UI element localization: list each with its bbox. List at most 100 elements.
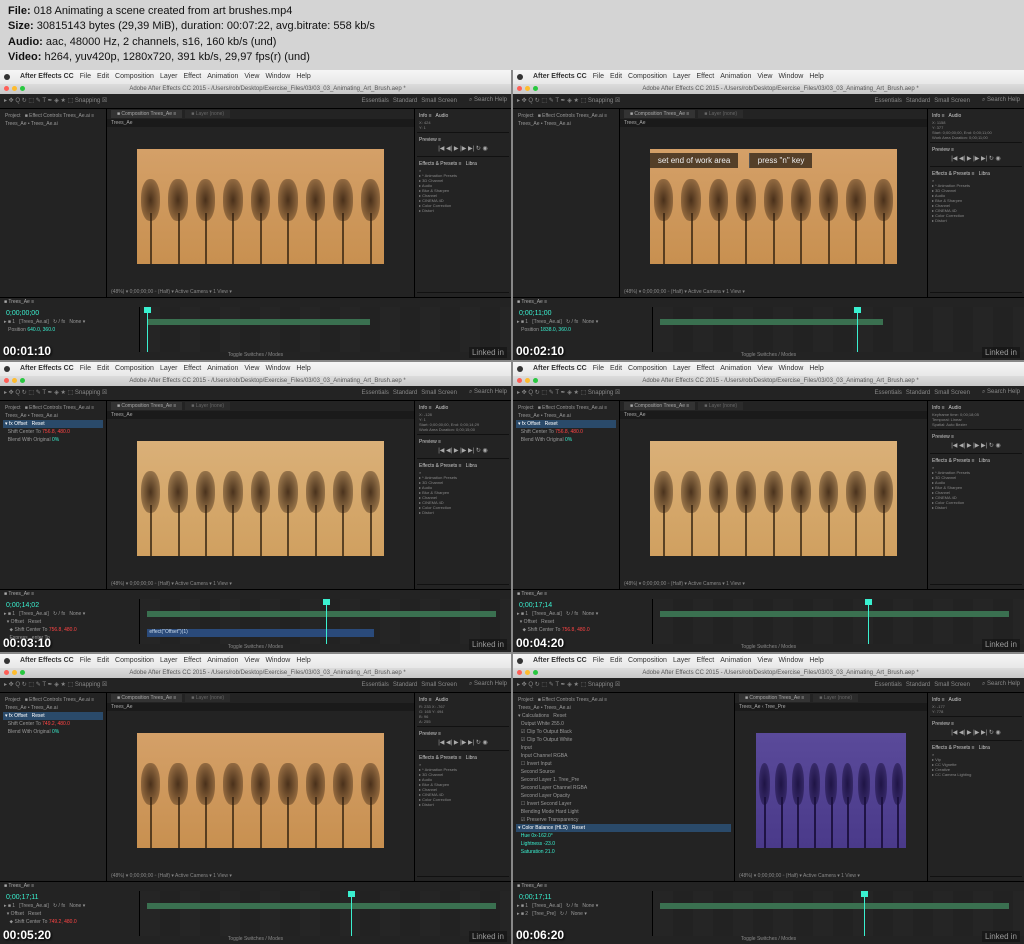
timecode[interactable]: 0;00;17;14 (515, 601, 650, 610)
workspace-tab[interactable]: Standard (906, 98, 930, 104)
search-help[interactable]: ⌕ Search Help (982, 389, 1020, 396)
menu-item[interactable]: Animation (720, 657, 751, 664)
menu-item[interactable]: Composition (628, 657, 667, 664)
menu-item[interactable]: Edit (97, 657, 109, 664)
menu-item[interactable]: File (593, 73, 604, 80)
timeline-track[interactable] (140, 891, 511, 936)
menu-item[interactable]: Layer (673, 365, 691, 372)
viewer-footer[interactable]: (48%) ▾ 0;00;00;00 ▫ (Half) ▾ Active Cam… (107, 579, 414, 589)
preview-panel-title[interactable]: Preview ≡ (932, 147, 1020, 153)
timeline-tab[interactable]: ■ Trees_Ae ≡ (513, 298, 1024, 307)
menu-item[interactable]: Layer (160, 73, 178, 80)
calc-row[interactable]: Second Source (516, 768, 731, 776)
menu-item[interactable]: Animation (207, 365, 238, 372)
shift-center[interactable]: Shift Center To 756.8, 480.0 (516, 428, 616, 436)
minimize-icon[interactable] (525, 670, 530, 675)
minimize-icon[interactable] (525, 378, 530, 383)
maximize-icon[interactable] (533, 670, 538, 675)
effects-presets-title[interactable]: Effects & Presets ≡ Libra (932, 458, 1020, 464)
preset-folder[interactable]: ▸ Distort (419, 208, 507, 213)
timeline-tab[interactable]: ■ Trees_Ae ≡ (513, 882, 1024, 891)
timecode[interactable]: 0;00;17;11 (515, 893, 650, 902)
menu-item[interactable]: Animation (720, 73, 751, 80)
offset-effect[interactable]: ▾ fx Offset Reset (3, 420, 103, 428)
timeline-track[interactable] (140, 307, 511, 352)
menu-item[interactable]: Composition (115, 365, 154, 372)
calc-row[interactable]: ☑ Clip To Output White (516, 736, 731, 744)
panel-tab[interactable]: Project ■ Effect Controls Trees_Ae.ai ≡ (3, 112, 103, 120)
timeline-track[interactable]: effect("Offset")(1) (140, 599, 511, 644)
ae-toolbar[interactable]: ▸ ✥ Q ↻ ⬚ ✎ T ✒ ◈ ★ ⬚ Snapping ☒Essentia… (513, 678, 1024, 693)
info-panel-title[interactable]: Info ≡ Audio (932, 113, 1020, 119)
playhead[interactable] (864, 891, 865, 936)
maximize-icon[interactable] (20, 378, 25, 383)
minimize-icon[interactable] (525, 86, 530, 91)
preset-folder[interactable]: ▸ Distort (419, 802, 507, 807)
menu-item[interactable]: File (80, 365, 91, 372)
blend-original[interactable]: Blend With Original 0% (516, 436, 616, 444)
panel-tab[interactable]: Project ■ Effect Controls Trees_Ae.ai ≡ (3, 696, 103, 704)
preview-panel-title[interactable]: Preview ≡ (932, 721, 1020, 727)
menu-item[interactable]: Window (778, 365, 803, 372)
maximize-icon[interactable] (533, 378, 538, 383)
ae-toolbar[interactable]: ▸ ✥ Q ↻ ⬚ ✎ T ✒ ◈ ★ ⬚ Snapping ☒Essentia… (513, 94, 1024, 109)
menu-item[interactable]: Animation (207, 657, 238, 664)
menu-item[interactable]: Effect (183, 365, 201, 372)
menu-item[interactable]: View (244, 365, 259, 372)
menu-item[interactable]: Animation (207, 73, 238, 80)
effects-presets-title[interactable]: Effects & Presets ≡ Libra (932, 745, 1020, 751)
menu-item[interactable]: Window (778, 73, 803, 80)
menu-item[interactable]: Composition (115, 657, 154, 664)
menu-item[interactable]: Edit (97, 73, 109, 80)
timeline-footer[interactable]: Toggle Switches / Modes (513, 936, 1024, 944)
menu-item[interactable]: File (593, 365, 604, 372)
effects-presets-title[interactable]: Effects & Presets ≡ Libra (419, 161, 507, 167)
playhead[interactable] (326, 599, 327, 644)
preview-panel-title[interactable]: Preview ≡ (419, 137, 507, 143)
info-panel-title[interactable]: Info ≡ Audio (419, 113, 507, 119)
ae-toolbar[interactable]: ▸ ✥ Q ↻ ⬚ ✎ T ✒ ◈ ★ ⬚ Snapping ☒Essentia… (0, 94, 511, 109)
menu-item[interactable]: Window (265, 657, 290, 664)
apple-icon[interactable] (517, 658, 523, 664)
ae-toolbar[interactable]: ▸ ✥ Q ↻ ⬚ ✎ T ✒ ◈ ★ ⬚ Snapping ☒Essentia… (513, 386, 1024, 401)
shift-prop[interactable]: ⬥ Shift Center To 756.8, 480.0 (515, 626, 650, 634)
expression-field[interactable]: effect("Offset")(1) (147, 629, 374, 637)
playhead[interactable] (351, 891, 352, 936)
menu-item[interactable]: Edit (610, 657, 622, 664)
search-help[interactable]: ⌕ Search Help (982, 97, 1020, 104)
offset-prop[interactable]: ▾ Offset Reset (2, 910, 137, 918)
layer-tab[interactable]: ■ Layer (none) (698, 402, 743, 410)
workspace-tab[interactable]: Essentials (362, 98, 389, 104)
info-panel-title[interactable]: Info ≡ Audio (932, 697, 1020, 703)
minimize-icon[interactable] (12, 86, 17, 91)
shift-prop[interactable]: ⬥ Shift Center To 756.8, 480.0 (2, 626, 137, 634)
preset-item[interactable]: ▸ CC Camera Lighting (932, 772, 1020, 777)
timecode[interactable]: 0;00;00;00 (2, 309, 137, 318)
menu-item[interactable]: Layer (673, 73, 691, 80)
workspace-tab[interactable]: Small Screen (421, 390, 457, 396)
workspace-tab[interactable]: Small Screen (934, 390, 970, 396)
playback-controls[interactable]: |◀ ◀| ▶ |▶ ▶| ↻ ◉ (932, 155, 1020, 162)
preset-folder[interactable]: ▸ Distort (419, 510, 507, 515)
comp-breadcrumb[interactable]: Trees_Ae (107, 703, 414, 711)
timeline-tab[interactable]: ■ Trees_Ae ≡ (0, 590, 511, 599)
shift-center[interactable]: Shift Center To 756.8, 480.0 (3, 428, 103, 436)
calc-row[interactable]: Blending Mode Hard Light (516, 808, 731, 816)
shift-center[interactable]: Shift Center To 749.2, 480.0 (3, 720, 103, 728)
menu-item[interactable]: Composition (628, 365, 667, 372)
minimize-icon[interactable] (12, 378, 17, 383)
menu-item[interactable]: Effect (696, 365, 714, 372)
hue-row[interactable]: Lightness -23.0 (516, 840, 731, 848)
comp-breadcrumb[interactable]: Trees_Ae ‹ Tree_Pre (735, 703, 927, 711)
workspace-tab[interactable]: Small Screen (421, 98, 457, 104)
menu-item[interactable]: View (757, 365, 772, 372)
comp-breadcrumb[interactable]: Trees_Ae (107, 411, 414, 419)
workspace-tab[interactable]: Standard (906, 390, 930, 396)
layer-tab[interactable]: ■ Layer (none) (698, 110, 743, 118)
apple-icon[interactable] (517, 74, 523, 80)
close-icon[interactable] (517, 378, 522, 383)
menu-item[interactable]: Window (265, 365, 290, 372)
timeline-tab[interactable]: ■ Trees_Ae ≡ (0, 882, 511, 891)
layer-bar[interactable] (660, 319, 883, 325)
comp-breadcrumb[interactable]: Trees_Ae (107, 119, 414, 127)
